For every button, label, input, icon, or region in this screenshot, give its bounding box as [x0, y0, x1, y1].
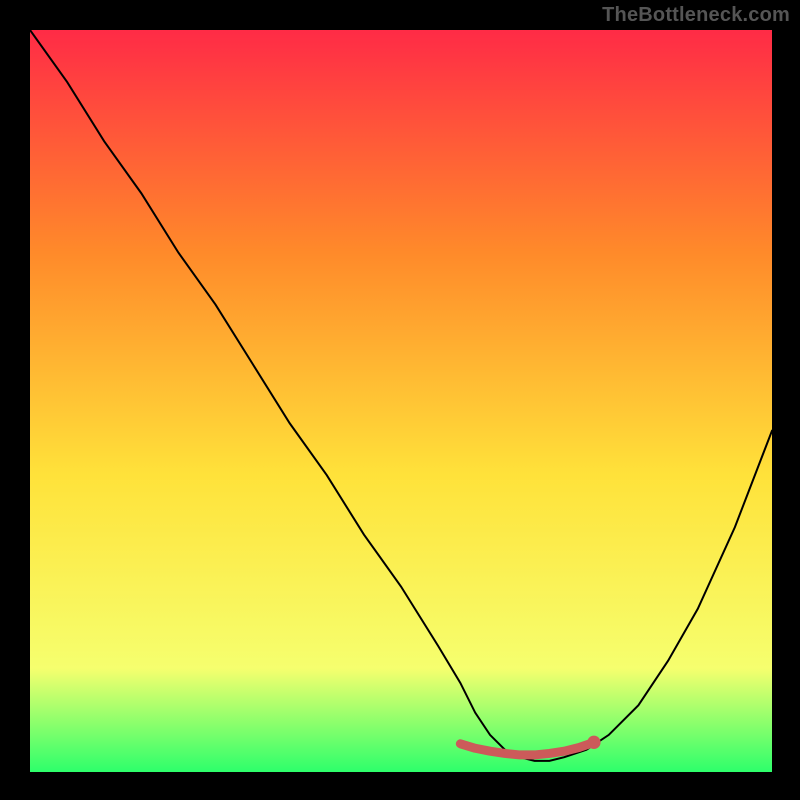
plot-area: [30, 30, 772, 772]
heat-background: [30, 30, 772, 772]
optimal-point-marker: [587, 736, 600, 749]
chart-frame: TheBottleneck.com: [0, 0, 800, 800]
watermark-text: TheBottleneck.com: [602, 4, 790, 27]
chart-svg: [30, 30, 772, 772]
